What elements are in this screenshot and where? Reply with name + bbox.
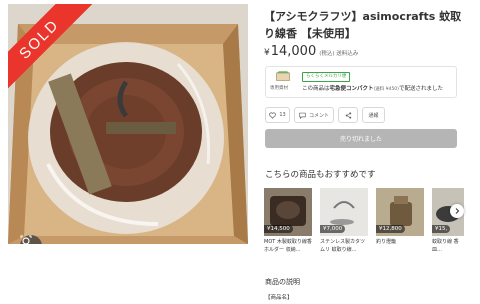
recommend-name: ステンレス製カタツムリ 蚊取り線…	[320, 239, 366, 253]
product-title: 【アシモクラフツ】asimocrafts 蚊取り線香 【未使用】	[264, 10, 462, 40]
product-photo[interactable]: SOLD	[8, 4, 248, 244]
recommend-price: ¥12,800	[376, 225, 405, 233]
recommend-name: 蚊取り線 香皿…	[432, 239, 459, 253]
shipping-text: この商品は宅急便コンパクト(送料 ¥450)で配送されました	[302, 86, 443, 92]
share-icon	[345, 111, 351, 119]
recommend-title: こちらの商品もおすすめです	[265, 170, 376, 180]
shipping-info: 専用資材 らくらくメルカリ便 この商品は宅急便コンパクト(送料 ¥450)で配送…	[265, 66, 457, 98]
heart-icon	[269, 112, 277, 119]
product-price: 14,000	[270, 44, 317, 59]
description-first-line: 【商品名】	[265, 295, 293, 301]
recommend-item[interactable]: ¥15, 蚊取り線 香皿…	[432, 188, 464, 254]
next-arrow-button[interactable]	[450, 204, 464, 218]
recommend-price: ¥7,000	[320, 225, 346, 233]
recommend-item[interactable]: ¥7,000 ステンレス製カタツムリ 蚊取り線…	[320, 188, 368, 254]
comment-icon	[299, 112, 306, 119]
chevron-right-icon	[455, 208, 460, 214]
like-count: 13	[279, 112, 286, 118]
price-row: ¥ 14,000 (税込) 送料込み	[264, 44, 358, 59]
recommend-item[interactable]: ¥14,500 MOT 木製蚊取り線香ホルダー 収納…	[264, 188, 312, 254]
action-buttons: 13 コメント 通報	[265, 107, 385, 123]
recommend-name: 釣り燈籠	[376, 239, 397, 245]
recommend-name: MOT 木製蚊取り線香ホルダー 収納…	[264, 239, 312, 253]
recommend-list: ¥14,500 MOT 木製蚊取り線香ホルダー 収納… ¥7,000 ステンレス…	[264, 188, 464, 254]
package-icon	[276, 71, 290, 81]
report-label: 通報	[368, 112, 379, 119]
share-button[interactable]	[338, 107, 358, 123]
report-button[interactable]: 通報	[362, 107, 385, 123]
recommend-image: ¥12,800	[376, 188, 424, 236]
shipping-badge: らくらくメルカリ便	[302, 72, 351, 82]
package-label: 専用資材	[270, 86, 288, 91]
recommend-image: ¥7,000	[320, 188, 368, 236]
recommend-price: ¥15,	[432, 225, 451, 233]
like-button[interactable]: 13	[265, 107, 290, 123]
currency-symbol: ¥	[264, 48, 270, 58]
recommend-item[interactable]: ¥12,800 釣り燈籠	[376, 188, 424, 254]
comment-label: コメント	[308, 112, 329, 119]
recommend-price: ¥14,500	[264, 225, 293, 233]
comment-button[interactable]: コメント	[294, 107, 334, 123]
description-title: 商品の説明	[265, 278, 300, 286]
recommend-image: ¥14,500	[264, 188, 312, 236]
tax-note: (税込) 送料込み	[319, 51, 359, 57]
sold-out-button[interactable]: 売り切れました	[265, 129, 457, 148]
